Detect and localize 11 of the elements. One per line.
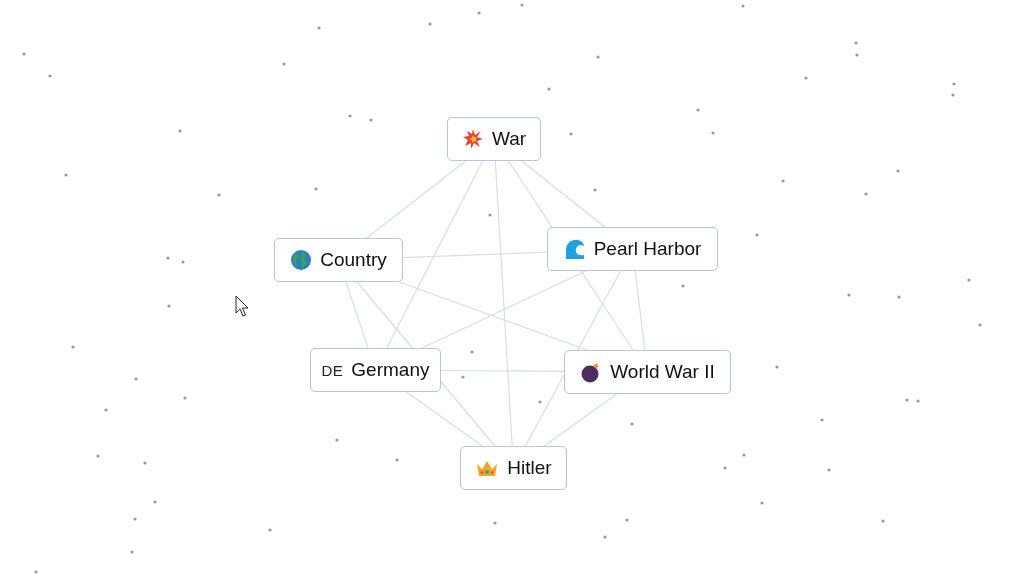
flag-letters: DE bbox=[321, 361, 344, 379]
explosion-icon bbox=[461, 128, 484, 150]
element-tile[interactable]: Pearl Harbor bbox=[547, 227, 718, 271]
element-tile[interactable]: World War II bbox=[564, 350, 731, 394]
mouse-pointer-icon bbox=[235, 295, 249, 317]
element-tile[interactable]: DE Germany bbox=[310, 348, 441, 392]
wave-icon bbox=[563, 238, 586, 260]
globe-icon bbox=[290, 249, 313, 271]
element-tile[interactable]: Country bbox=[274, 238, 403, 282]
element-tile[interactable]: War bbox=[447, 117, 541, 161]
element-tile[interactable]: Hitler bbox=[460, 446, 567, 490]
